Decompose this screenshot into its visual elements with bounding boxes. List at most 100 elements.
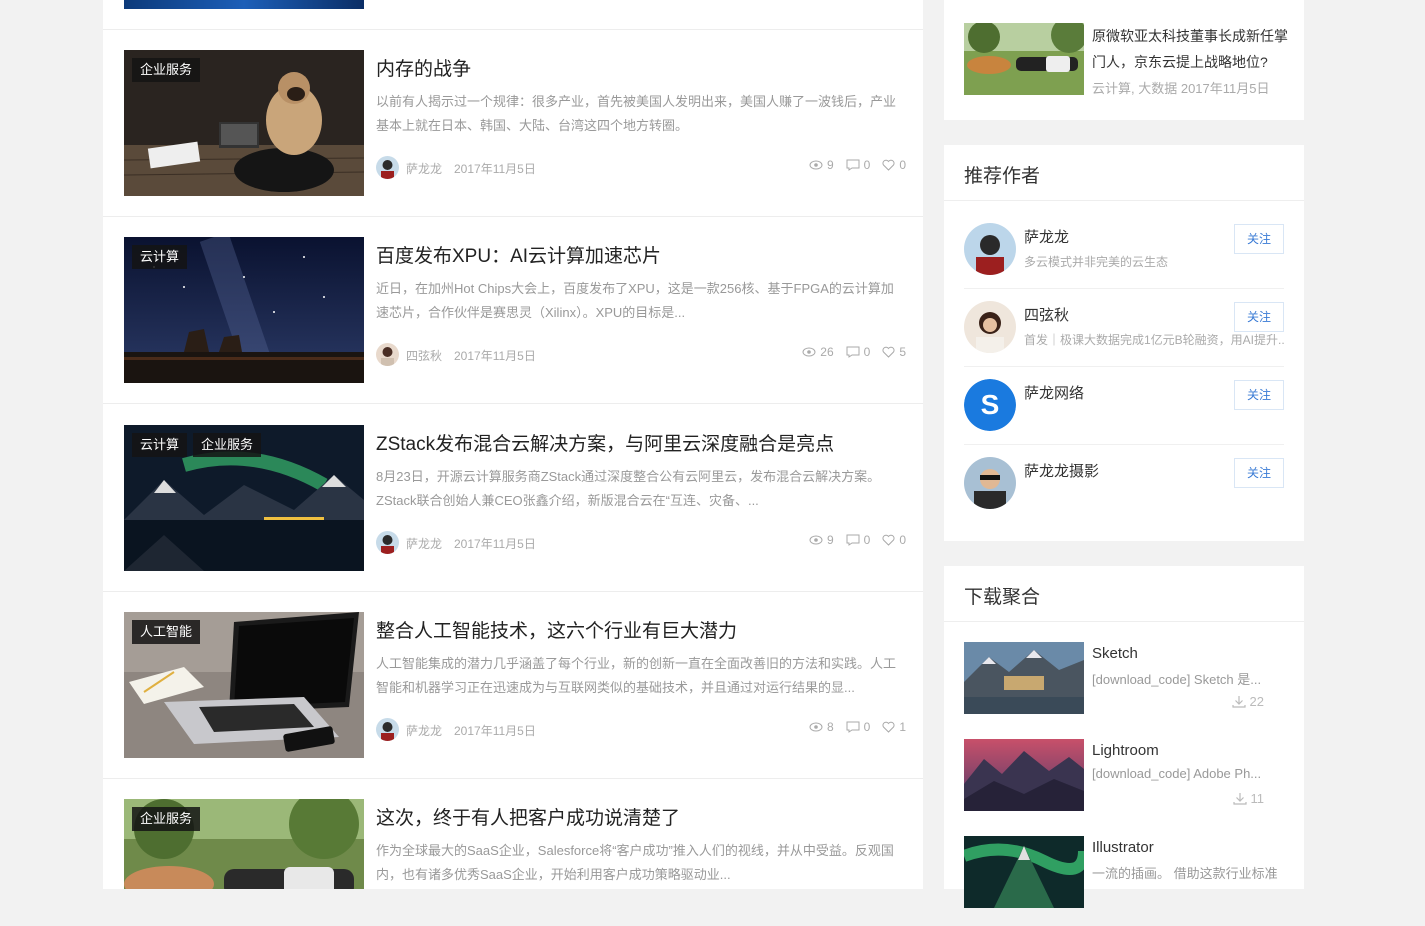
article-excerpt: 近日，在加州Hot Chips大会上，百度发布了XPU，这是一款256核、基于F… — [376, 281, 894, 320]
heart-icon — [882, 534, 895, 546]
follow-button[interactable]: 关注 — [1234, 380, 1284, 410]
article-excerpt: 人工智能集成的潜力几乎涵盖了每个行业，新的创新一直在全面改善旧的方法和实践。人工… — [376, 656, 897, 695]
download-icon — [1231, 696, 1246, 708]
heart-icon — [882, 159, 895, 171]
comment-count[interactable]: 0 — [846, 158, 870, 172]
author-name[interactable]: 萨龙龙 — [406, 722, 442, 739]
article-tags: 企业服务 — [132, 58, 201, 82]
eye-icon — [809, 160, 823, 170]
category-tag[interactable]: 云计算 — [132, 433, 188, 457]
eye-icon — [809, 535, 823, 545]
article-title[interactable]: 百度发布XPU：AI云计算加速芯片 — [376, 241, 661, 268]
author-avatar[interactable] — [964, 223, 1016, 275]
article-meta: 四弦秋 2017年11月5日 26 0 5 — [376, 342, 906, 366]
author-item: S 萨龙网络 关注 — [964, 366, 1284, 445]
article-title[interactable]: ZStack发布混合云解决方案，与阿里云深度融合是亮点 — [376, 429, 834, 456]
view-count: 9 — [809, 533, 834, 547]
category-tag[interactable]: 人工智能 — [132, 620, 201, 644]
category-tag[interactable]: 企业服务 — [132, 58, 201, 82]
article-meta: 萨龙龙 2017年11月5日 9 0 0 — [376, 530, 906, 554]
category-tag[interactable]: 企业服务 — [193, 433, 262, 457]
article-thumbnail[interactable]: 企业服务 — [124, 50, 364, 196]
download-title[interactable]: Lightroom — [1092, 742, 1159, 759]
author-name[interactable]: 萨龙龙 — [406, 535, 442, 552]
eye-icon — [809, 722, 823, 732]
comment-count[interactable]: 0 — [846, 720, 870, 734]
download-count: 22 — [1231, 694, 1264, 709]
view-count: 9 — [809, 158, 834, 172]
author-name[interactable]: 萨龙龙 — [1024, 226, 1069, 247]
article-tags: 云计算 — [132, 245, 188, 269]
author-avatar[interactable] — [964, 301, 1016, 353]
download-item: Illustrator 一流的插画。 借助这款行业标准 — [964, 836, 1284, 926]
download-count: 11 — [1232, 791, 1264, 806]
follow-button[interactable]: 关注 — [1234, 458, 1284, 488]
download-description: 一流的插画。 借助这款行业标准 — [1092, 866, 1278, 881]
comment-icon — [846, 159, 860, 171]
download-title[interactable]: Sketch — [1092, 645, 1138, 662]
like-count[interactable]: 5 — [882, 345, 906, 359]
downloads-card: 下载聚合 Sketch [download_code] Sketch 是... … — [944, 566, 1304, 908]
author-name[interactable]: 四弦秋 — [1024, 304, 1069, 325]
view-count: 8 — [809, 720, 834, 734]
article-thumbnail[interactable]: 企业服务 — [124, 799, 364, 889]
article-list: 企业服务 内存的战争 以前有人揭示过一个规律：很多产业，首先被美国人发明出来，美… — [103, 0, 923, 889]
author-avatar[interactable] — [376, 718, 399, 741]
heart-icon — [882, 346, 895, 358]
like-count[interactable]: 0 — [882, 158, 906, 172]
download-thumbnail[interactable] — [964, 642, 1084, 714]
article-meta: 萨龙龙 2017年11月5日 9 0 0 — [376, 155, 906, 179]
download-thumbnail[interactable] — [964, 739, 1084, 811]
article-card: 企业服务 这次，终于有人把客户成功说清楚了 作为全球最大的SaaS企业，Sale… — [103, 779, 923, 889]
article-tags: 人工智能 — [132, 620, 201, 644]
author-avatar[interactable] — [376, 531, 399, 554]
comment-count[interactable]: 0 — [846, 345, 870, 359]
article-title[interactable]: 这次，终于有人把客户成功说清楚了 — [376, 803, 680, 830]
author-avatar[interactable]: S — [964, 379, 1016, 431]
author-name[interactable]: 萨龙龙摄影 — [1024, 460, 1099, 481]
author-description: 多云模式并非完美的云生态 — [1024, 255, 1169, 269]
comment-icon — [846, 721, 860, 733]
article-card: 人工智能 整合人工智能技术，这六个行业有巨大潜力 人工智能集成的潜力几乎涵盖了每… — [103, 592, 923, 779]
follow-button[interactable]: 关注 — [1234, 302, 1284, 332]
like-count[interactable]: 0 — [882, 533, 906, 547]
article-excerpt: 以前有人揭示过一个规律：很多产业，首先被美国人发明出来，美国人赚了一波钱后，产业… — [376, 94, 897, 133]
article-card: 云计算 百度发布XPU：AI云计算加速芯片 近日，在加州Hot Chips大会上… — [103, 217, 923, 404]
news-title[interactable]: 原微软亚太科技董事长成新任掌门人，京东云提上战略地位? — [1092, 23, 1292, 75]
article-excerpt: 作为全球最大的SaaS企业，Salesforce将“客户成功”推入人们的视线，并… — [376, 843, 894, 882]
author-avatar[interactable] — [376, 343, 399, 366]
svg-text:S: S — [981, 389, 1000, 420]
comment-count[interactable]: 0 — [846, 533, 870, 547]
news-thumbnail[interactable] — [964, 23, 1084, 95]
article-thumbnail[interactable]: 云计算 企业服务 — [124, 425, 364, 571]
follow-button[interactable]: 关注 — [1234, 224, 1284, 254]
category-tag[interactable]: 云计算 — [132, 245, 188, 269]
article-stats: 9 0 0 — [809, 158, 906, 172]
author-avatar[interactable] — [964, 457, 1016, 509]
article-card: 企业服务 内存的战争 以前有人揭示过一个规律：很多产业，首先被美国人发明出来，美… — [103, 30, 923, 217]
author-name[interactable]: 四弦秋 — [406, 347, 442, 364]
category-tag[interactable]: 企业服务 — [132, 807, 201, 831]
author-item: 萨龙龙摄影 关注 — [964, 444, 1284, 522]
previous-article-thumbnail[interactable] — [124, 0, 364, 9]
author-avatar[interactable] — [376, 156, 399, 179]
like-count[interactable]: 1 — [882, 720, 906, 734]
download-item: Sketch [download_code] Sketch 是... 22 — [964, 642, 1284, 732]
eye-icon — [802, 347, 816, 357]
publish-date: 2017年11月5日 — [454, 724, 536, 738]
comment-icon — [846, 346, 860, 358]
download-title[interactable]: Illustrator — [1092, 839, 1154, 856]
author-name[interactable]: 萨龙网络 — [1024, 382, 1084, 403]
author-item: 萨龙龙 多云模式并非完美的云生态 关注 — [964, 210, 1284, 289]
author-name[interactable]: 萨龙龙 — [406, 160, 442, 177]
article-card: 云计算 企业服务 ZStack发布混合云解决方案，与阿里云深度融合是亮点 8月2… — [103, 405, 923, 592]
article-title[interactable]: 内存的战争 — [376, 54, 471, 81]
download-thumbnail[interactable] — [964, 836, 1084, 908]
publish-date: 2017年11月5日 — [454, 162, 536, 176]
publish-date: 2017年11月5日 — [454, 537, 536, 551]
article-thumbnail[interactable]: 人工智能 — [124, 612, 364, 758]
heart-icon — [882, 721, 895, 733]
article-thumbnail[interactable]: 云计算 — [124, 237, 364, 383]
article-title[interactable]: 整合人工智能技术，这六个行业有巨大潜力 — [376, 616, 737, 643]
divider — [944, 621, 1304, 622]
